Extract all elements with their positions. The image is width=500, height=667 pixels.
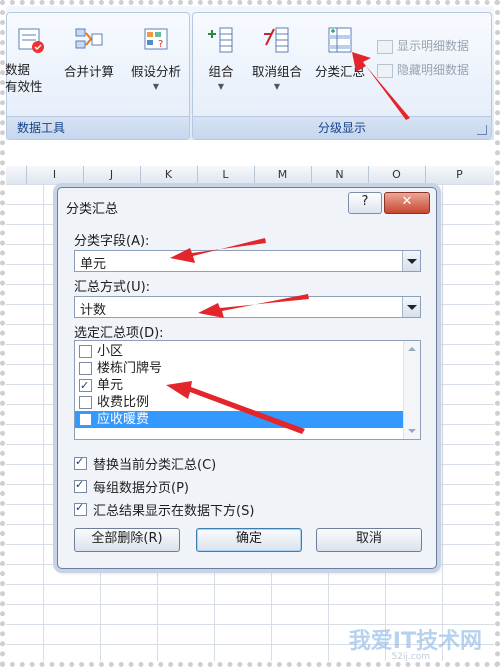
help-icon: ? [361, 194, 369, 209]
consolidate-icon [74, 25, 104, 55]
chevron-down-icon[interactable] [402, 297, 420, 317]
column-headers: I J K L M N O P [6, 166, 494, 185]
field-combo[interactable]: 单元 [74, 250, 421, 272]
what-if-analysis-label: 假设分析 [130, 64, 181, 79]
chevron-down-icon: ▼ [152, 82, 160, 91]
subtotal-icon [325, 25, 355, 55]
column-header[interactable]: I [26, 166, 84, 184]
outline-group: 组合 ▼ 取消组合 ▼ 分类汇总 显示明细数据 隐藏明细数据 分级显示 [192, 12, 492, 140]
what-if-analysis-button[interactable]: ? 假设分析 ▼ [125, 25, 187, 91]
checkbox[interactable] [79, 345, 92, 358]
dialog-title: 分类汇总 [66, 202, 119, 217]
chevron-down-icon[interactable] [402, 251, 420, 271]
show-detail-icon [377, 39, 393, 54]
close-icon: ✕ [401, 194, 413, 209]
what-if-analysis-icon: ? [141, 25, 171, 55]
scroll-up-icon[interactable] [408, 347, 416, 351]
checkbox-checked[interactable] [74, 455, 87, 470]
items-listbox[interactable]: 小区 楼栋门牌号 单元 收费比例 应收暖费 [74, 340, 421, 440]
subtotal-dialog: 分类汇总 ? ✕ 分类字段(A): 单元 汇总方式(U): 计数 选定汇总项(D… [57, 187, 437, 569]
formula-bar[interactable] [6, 140, 494, 167]
chevron-down-icon: ▼ [273, 82, 281, 91]
column-header[interactable]: O [368, 166, 426, 184]
column-header[interactable]: N [311, 166, 369, 184]
ribbon: 数据 有效性 合并计算 ? 假设分析 ▼ 数据工具 组合 ▼ 取消组合 ▼ 分类… [5, 6, 494, 141]
checkbox-checked[interactable] [74, 501, 87, 516]
function-combo[interactable]: 计数 [74, 296, 421, 318]
column-header[interactable]: L [197, 166, 255, 184]
watermark-url: 52ij.com [391, 652, 430, 662]
outline-caption: 分级显示 [193, 116, 491, 139]
ungroup-icon [262, 25, 292, 55]
cancel-button[interactable]: 取消 [316, 528, 422, 552]
hide-detail-label: 隐藏明细数据 [397, 63, 470, 77]
column-header[interactable]: K [140, 166, 198, 184]
group-label: 组合 [208, 64, 234, 79]
scroll-down-icon[interactable] [408, 429, 416, 433]
column-header[interactable]: J [83, 166, 141, 184]
checkbox[interactable] [79, 362, 92, 375]
remove-all-button[interactable]: 全部删除(R) [74, 528, 180, 552]
subtotal-label: 分类汇总 [314, 64, 365, 79]
ungroup-label: 取消组合 [251, 64, 302, 79]
dialog-launcher-icon[interactable] [477, 125, 487, 135]
checkbox[interactable] [79, 413, 92, 426]
consolidate-label: 合并计算 [63, 64, 114, 79]
list-item[interactable]: 单元 [75, 377, 403, 394]
data-validation-button[interactable]: 数据 有效性 [5, 25, 51, 95]
items-label: 选定汇总项(D): [74, 326, 164, 341]
group-icon [206, 25, 236, 55]
function-value: 计数 [80, 303, 107, 318]
replace-current-option[interactable]: 替换当前分类汇总(C) [74, 454, 216, 473]
chevron-down-icon: ▼ [217, 82, 225, 91]
checkbox[interactable] [79, 396, 92, 409]
close-button[interactable]: ✕ [384, 192, 430, 214]
help-button[interactable]: ? [348, 192, 382, 214]
outline-caption-text: 分级显示 [317, 121, 366, 135]
data-tools-group: 数据 有效性 合并计算 ? 假设分析 ▼ 数据工具 [5, 12, 190, 140]
subtotal-button[interactable]: 分类汇总 [311, 25, 369, 80]
field-label: 分类字段(A): [74, 234, 150, 249]
list-item[interactable]: 小区 [75, 343, 403, 360]
ok-button[interactable]: 确定 [196, 528, 302, 552]
function-label: 汇总方式(U): [74, 280, 151, 295]
list-item-selected[interactable]: 应收暖费 [75, 411, 403, 428]
data-validation-icon [16, 25, 46, 55]
column-header[interactable]: M [254, 166, 312, 184]
column-header-corner [6, 166, 27, 184]
show-detail-button[interactable]: 显示明细数据 [377, 37, 469, 54]
field-value: 单元 [80, 257, 107, 272]
list-item[interactable]: 收费比例 [75, 394, 403, 411]
list-item[interactable]: 楼栋门牌号 [75, 360, 403, 377]
data-validation-label: 数据 有效性 [5, 62, 43, 94]
show-detail-label: 显示明细数据 [397, 39, 470, 53]
list-scrollbar[interactable] [403, 341, 420, 439]
hide-detail-button[interactable]: 隐藏明细数据 [377, 61, 469, 78]
column-header[interactable]: P [425, 166, 494, 184]
checkbox-checked[interactable] [79, 377, 92, 394]
svg-text:?: ? [158, 39, 163, 50]
data-tools-caption: 数据工具 [7, 116, 189, 139]
watermark-logo: 我爱IT技术网 [348, 629, 482, 654]
consolidate-button[interactable]: 合并计算 [59, 25, 119, 80]
ungroup-button[interactable]: 取消组合 ▼ [249, 25, 305, 91]
page-break-option[interactable]: 每组数据分页(P) [74, 477, 189, 496]
hide-detail-icon [377, 63, 393, 78]
summary-below-option[interactable]: 汇总结果显示在数据下方(S) [74, 500, 254, 519]
checkbox-checked[interactable] [74, 478, 87, 493]
group-button[interactable]: 组合 ▼ [199, 25, 243, 91]
